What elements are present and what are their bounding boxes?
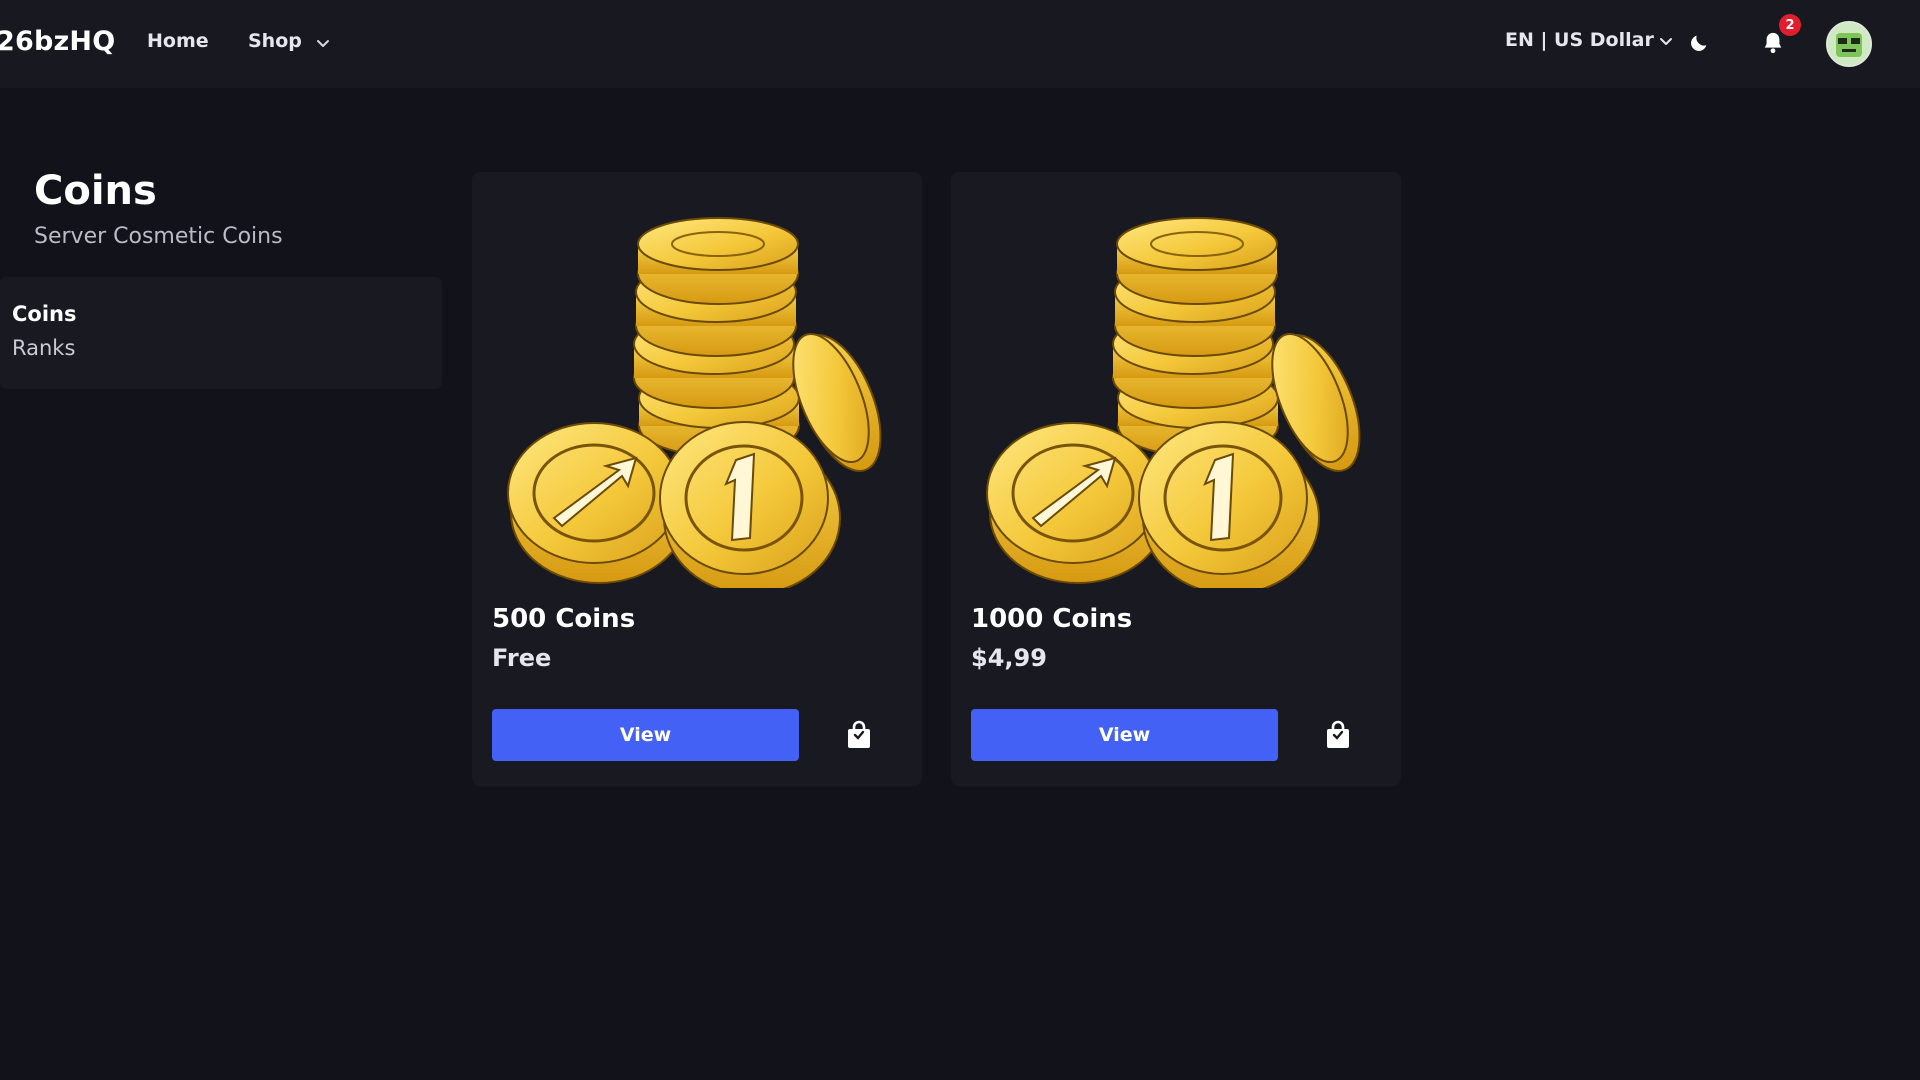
- gold-coins-image[interactable]: [494, 208, 899, 596]
- chevron-down-icon[interactable]: [314, 34, 332, 52]
- notification-count-badge: 2: [1779, 14, 1801, 36]
- view-button[interactable]: View: [492, 709, 799, 761]
- page-title: Coins: [34, 168, 157, 214]
- locale-currency-label: EN | US Dollar: [1505, 29, 1654, 51]
- product-name: 1000 Coins: [971, 604, 1133, 634]
- chevron-down-icon: [1659, 38, 1672, 45]
- view-button[interactable]: View: [971, 709, 1278, 761]
- locale-currency-selector[interactable]: EN | US Dollar: [1505, 29, 1674, 51]
- category-list: Coins Ranks: [0, 277, 442, 389]
- avatar[interactable]: [1826, 21, 1872, 67]
- product-name: 500 Coins: [492, 604, 636, 634]
- nav-home-link[interactable]: Home: [147, 30, 209, 52]
- category-item-ranks[interactable]: Ranks: [12, 336, 75, 360]
- category-heading: Coins Server Cosmetic Coins: [34, 168, 283, 249]
- top-navigation-bar: 26bzHQ Home Shop EN | US Dollar 2: [0, 0, 1920, 88]
- nav-shop-link[interactable]: Shop: [248, 30, 302, 52]
- gold-coins-image[interactable]: [973, 208, 1378, 596]
- product-card: 1000 Coins $4,99 View: [951, 172, 1401, 786]
- brand-logo-text[interactable]: 26bzHQ: [0, 26, 115, 57]
- category-item-coins[interactable]: Coins: [12, 302, 77, 326]
- product-price: Free: [492, 644, 552, 672]
- moon-icon[interactable]: [1684, 28, 1714, 58]
- product-price: $4,99: [971, 644, 1047, 672]
- shopping-bag-icon[interactable]: [816, 703, 902, 767]
- page-subtitle: Server Cosmetic Coins: [34, 224, 283, 249]
- shopping-bag-icon[interactable]: [1295, 703, 1381, 767]
- product-card: 500 Coins Free View: [472, 172, 922, 786]
